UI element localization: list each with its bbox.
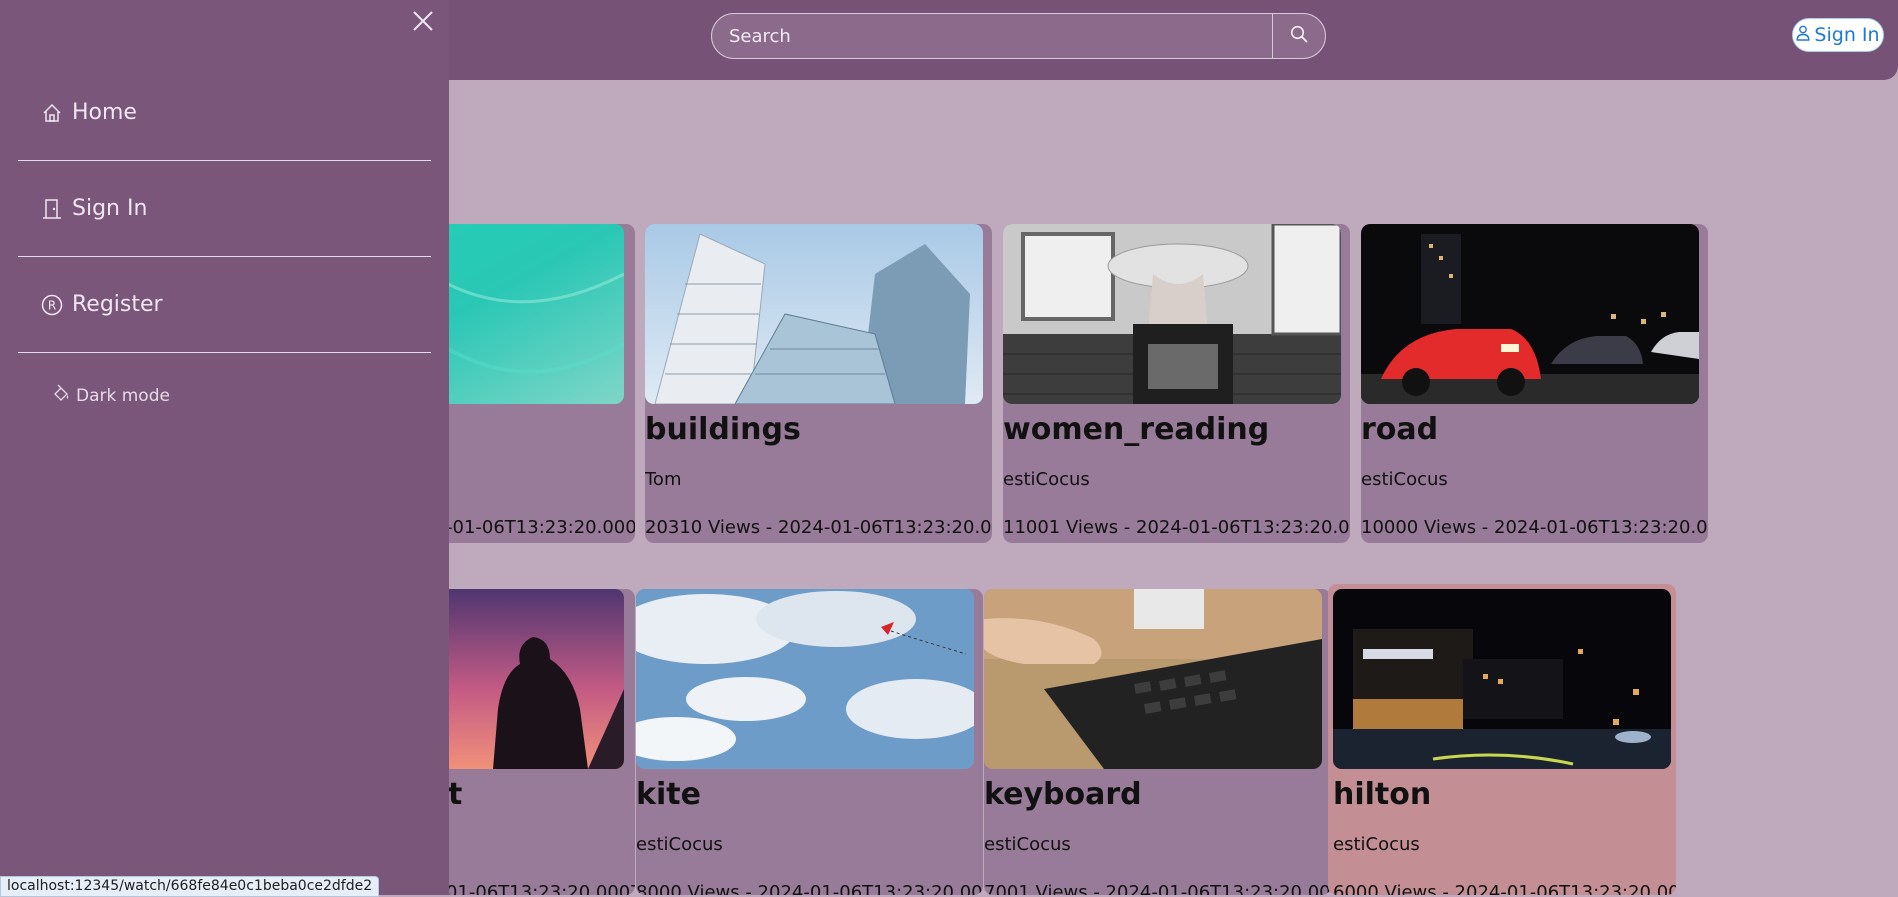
video-meta: -01-06T13:23:20.000Z bbox=[446, 517, 635, 538]
video-card[interactable]: women_reading estiCocus 11001 Views - 20… bbox=[1003, 224, 1350, 543]
video-meta: 11001 Views - 2024-01-06T13:23:20.000Z bbox=[1003, 517, 1350, 538]
video-author: estiCocus bbox=[1361, 469, 1448, 490]
video-title[interactable]: t bbox=[448, 777, 462, 812]
video-title[interactable]: hilton bbox=[1333, 777, 1431, 812]
status-bar-url: localhost:12345/watch/668fe84e0c1beba0ce… bbox=[0, 876, 380, 897]
video-meta: 7001 Views - 2024-01-06T13:23:20.000Z bbox=[984, 882, 1331, 895]
video-author: estiCocus bbox=[1333, 834, 1420, 855]
video-title[interactable]: kite bbox=[636, 777, 701, 812]
video-title[interactable]: women_reading bbox=[1003, 412, 1269, 447]
video-thumbnail[interactable] bbox=[645, 224, 983, 404]
door-icon bbox=[40, 197, 64, 221]
video-author: estiCocus bbox=[636, 834, 723, 855]
sidebar-item-home[interactable]: Home bbox=[18, 65, 431, 161]
video-author: estiCocus bbox=[984, 834, 1071, 855]
person-icon bbox=[1796, 24, 1810, 46]
sign-in-button[interactable]: Sign In bbox=[1792, 18, 1884, 52]
video-thumbnail[interactable] bbox=[984, 589, 1322, 769]
sidebar-item-sign-in[interactable]: Sign In bbox=[18, 161, 431, 257]
paint-bucket-icon bbox=[52, 384, 70, 407]
home-icon bbox=[40, 101, 64, 125]
search-box bbox=[711, 13, 1326, 59]
sign-in-label: Sign In bbox=[1814, 24, 1880, 46]
video-author: estiCocus bbox=[1003, 469, 1090, 490]
search-icon bbox=[1290, 25, 1308, 48]
video-meta: 6000 Views - 2024-01-06T13:23:20.000Z bbox=[1333, 882, 1676, 895]
dark-mode-toggle[interactable]: Dark mode bbox=[52, 384, 170, 407]
video-thumbnail[interactable] bbox=[636, 589, 974, 769]
video-thumbnail[interactable] bbox=[1361, 224, 1699, 404]
video-title[interactable]: road bbox=[1361, 412, 1438, 447]
close-icon bbox=[412, 4, 434, 38]
search-input[interactable] bbox=[712, 14, 1274, 58]
video-thumbnail[interactable] bbox=[1003, 224, 1341, 404]
sidebar-item-register[interactable]: R Register bbox=[18, 257, 431, 353]
dark-mode-label: Dark mode bbox=[76, 385, 170, 406]
sidebar-item-label: Home bbox=[72, 100, 137, 125]
video-card[interactable]: road estiCocus 10000 Views - 2024-01-06T… bbox=[1361, 224, 1708, 543]
sidebar-item-label: Register bbox=[72, 292, 163, 317]
video-thumbnail[interactable] bbox=[1333, 589, 1671, 769]
video-title[interactable]: keyboard bbox=[984, 777, 1142, 812]
search-button[interactable] bbox=[1272, 14, 1325, 58]
video-title[interactable]: buildings bbox=[645, 412, 801, 447]
video-meta: 01-06T13:23:20.000Z bbox=[446, 882, 635, 895]
video-card-hovered[interactable]: hilton estiCocus 6000 Views - 2024-01-06… bbox=[1328, 584, 1676, 895]
registered-icon: R bbox=[40, 293, 64, 317]
video-card[interactable]: keyboard estiCocus 7001 Views - 2024-01-… bbox=[984, 589, 1331, 895]
video-card[interactable]: kite estiCocus 8000 Views - 2024-01-06T1… bbox=[636, 589, 983, 895]
video-author: Tom bbox=[645, 469, 682, 490]
video-card[interactable]: buildings Tom 20310 Views - 2024-01-06T1… bbox=[645, 224, 992, 543]
video-meta: 8000 Views - 2024-01-06T13:23:20.000Z bbox=[636, 882, 983, 895]
sidebar-item-label: Sign In bbox=[72, 196, 148, 221]
close-sidebar-button[interactable] bbox=[408, 6, 438, 36]
video-meta: 10000 Views - 2024-01-06T13:23:20.000Z bbox=[1361, 517, 1708, 538]
sidebar-drawer: Home Sign In R Register Dark mode bbox=[0, 0, 449, 895]
svg-text:R: R bbox=[48, 298, 56, 312]
video-meta: 20310 Views - 2024-01-06T13:23:20.000Z bbox=[645, 517, 992, 538]
